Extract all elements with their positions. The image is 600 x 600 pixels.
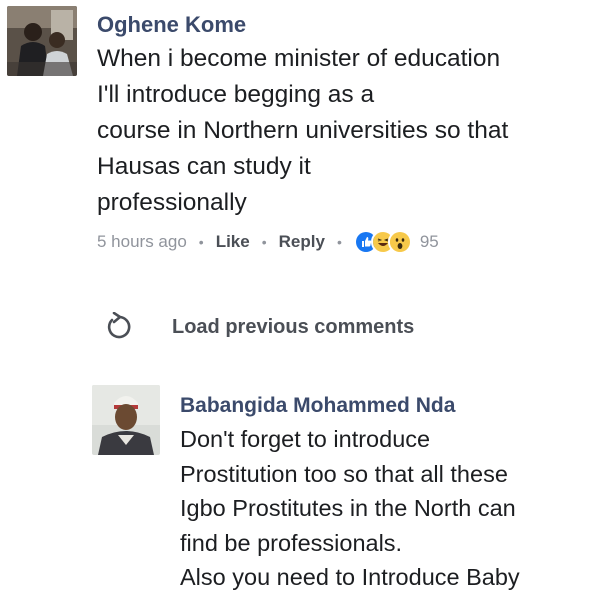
reply-line: Igbo Prostitutes in the North can [180, 495, 516, 521]
load-previous-comments[interactable]: Load previous comments [104, 311, 414, 342]
reply-line: Also you need to Introduce Baby [180, 564, 520, 590]
comment-line: I'll introduce begging as a [97, 81, 375, 108]
separator-dot: • [198, 234, 204, 250]
comment-line: Hausas can study it [97, 153, 311, 180]
like-link[interactable]: Like [216, 232, 250, 252]
replier-avatar[interactable] [92, 385, 160, 455]
separator-dot: • [261, 234, 267, 250]
reply-line: Prostitution too so that all these [180, 460, 508, 487]
load-previous-label[interactable]: Load previous comments [172, 316, 414, 339]
comment-timestamp[interactable]: 5 hours ago [97, 232, 187, 252]
comment-line: course in Northern universities so that [97, 117, 509, 144]
comment-actions: 5 hours ago • Like • Reply • 95 [97, 229, 439, 255]
reaction-count[interactable]: 95 [420, 232, 439, 252]
reply-body: Don't forget to introduce Prostitution t… [180, 422, 520, 595]
commenter-avatar[interactable] [7, 6, 77, 76]
comment-author-name[interactable]: Oghene Kome [97, 12, 246, 38]
comment-body: When i become minister of education I'll… [97, 41, 508, 221]
comment-line: When i become minister of education [97, 45, 501, 72]
reply-link[interactable]: Reply [279, 232, 325, 252]
reactions-summary[interactable] [353, 230, 412, 254]
wow-icon [387, 230, 412, 254]
reply-line: find be professionals. [180, 529, 403, 556]
refresh-icon [104, 311, 136, 342]
comment-line: professionally [97, 189, 247, 216]
reply-author-name[interactable]: Babangida Mohammed Nda [180, 394, 455, 418]
reply-line: Don't forget to introduce [180, 426, 431, 452]
separator-dot: • [336, 234, 342, 250]
